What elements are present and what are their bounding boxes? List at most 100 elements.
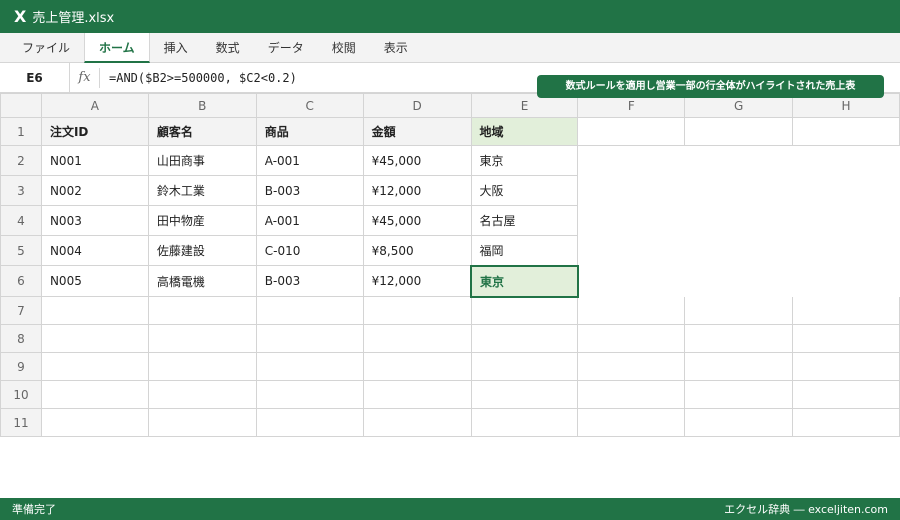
cell[interactable] bbox=[362, 324, 472, 353]
cell[interactable]: N002 bbox=[40, 175, 149, 206]
cell[interactable]: N001 bbox=[40, 145, 149, 176]
row-header-6[interactable]: 6 bbox=[0, 265, 42, 297]
header-cell-region[interactable]: 地域 bbox=[470, 117, 579, 146]
cell[interactable]: 田中物産 bbox=[147, 205, 257, 236]
cell[interactable] bbox=[684, 352, 794, 381]
row-header-2[interactable]: 2 bbox=[0, 145, 42, 176]
cell[interactable]: N004 bbox=[40, 235, 149, 266]
column-header-c[interactable]: C bbox=[255, 93, 364, 118]
cell[interactable]: 名古屋 bbox=[470, 205, 579, 236]
tab-home[interactable]: ホーム bbox=[84, 33, 150, 63]
cell[interactable] bbox=[792, 380, 900, 409]
cell[interactable] bbox=[40, 408, 149, 437]
column-header-b[interactable]: B bbox=[147, 93, 257, 118]
cell[interactable] bbox=[147, 380, 257, 409]
cell[interactable] bbox=[362, 296, 472, 325]
cell[interactable]: 高橋電機 bbox=[147, 265, 257, 297]
row-header-4[interactable]: 4 bbox=[0, 205, 42, 236]
cell[interactable] bbox=[577, 175, 686, 206]
cell[interactable]: 佐藤建設 bbox=[147, 235, 257, 266]
cell[interactable] bbox=[255, 296, 364, 325]
cell[interactable]: ¥8,500 bbox=[362, 235, 472, 266]
cell[interactable] bbox=[362, 380, 472, 409]
cell[interactable] bbox=[792, 324, 900, 353]
cell[interactable] bbox=[255, 408, 364, 437]
cell[interactable] bbox=[684, 296, 794, 325]
cell[interactable]: N003 bbox=[40, 205, 149, 236]
cell[interactable] bbox=[147, 324, 257, 353]
cell[interactable] bbox=[362, 408, 472, 437]
formula-input[interactable]: =AND($B2>=500000, $C2<0.2) bbox=[109, 71, 297, 85]
row-header-10[interactable]: 10 bbox=[0, 380, 42, 409]
tab-view[interactable]: 表示 bbox=[370, 33, 422, 63]
cell[interactable] bbox=[577, 324, 686, 353]
tab-data[interactable]: データ bbox=[254, 33, 318, 63]
cell[interactable]: 鈴木工業 bbox=[147, 175, 257, 206]
cell[interactable] bbox=[147, 352, 257, 381]
cell[interactable] bbox=[684, 205, 794, 236]
column-header-a[interactable]: A bbox=[40, 93, 149, 118]
cell[interactable] bbox=[577, 265, 686, 297]
cell[interactable] bbox=[577, 117, 686, 146]
row-header-7[interactable]: 7 bbox=[0, 296, 42, 325]
cell[interactable]: B-003 bbox=[255, 265, 364, 297]
cell[interactable]: 東京 bbox=[470, 145, 579, 176]
cell[interactable] bbox=[577, 380, 686, 409]
cell[interactable]: 山田商事 bbox=[147, 145, 257, 176]
cell[interactable] bbox=[40, 324, 149, 353]
select-all-corner[interactable] bbox=[0, 93, 42, 118]
cell[interactable] bbox=[684, 175, 794, 206]
cell[interactable] bbox=[362, 352, 472, 381]
cell[interactable] bbox=[470, 296, 579, 325]
cell[interactable] bbox=[577, 296, 686, 325]
cell[interactable]: ¥45,000 bbox=[362, 145, 472, 176]
cell[interactable] bbox=[792, 265, 900, 297]
cell[interactable]: A-001 bbox=[255, 205, 364, 236]
cell[interactable] bbox=[40, 352, 149, 381]
cell[interactable]: ¥12,000 bbox=[362, 265, 472, 297]
cell[interactable] bbox=[684, 235, 794, 266]
row-header-9[interactable]: 9 bbox=[0, 352, 42, 381]
tab-formulas[interactable]: 数式 bbox=[202, 33, 254, 63]
cell[interactable]: A-001 bbox=[255, 145, 364, 176]
cell[interactable] bbox=[40, 296, 149, 325]
cell[interactable] bbox=[470, 324, 579, 353]
cell[interactable] bbox=[577, 408, 686, 437]
cell[interactable] bbox=[470, 352, 579, 381]
cell[interactable] bbox=[792, 408, 900, 437]
cell[interactable] bbox=[684, 265, 794, 297]
cell[interactable] bbox=[147, 296, 257, 325]
cell[interactable] bbox=[792, 296, 900, 325]
column-header-d[interactable]: D bbox=[362, 93, 472, 118]
function-icon[interactable]: fx bbox=[70, 67, 100, 88]
cell[interactable] bbox=[255, 380, 364, 409]
selected-cell[interactable]: 東京 bbox=[470, 264, 579, 298]
cell[interactable] bbox=[40, 380, 149, 409]
cell[interactable]: ¥12,000 bbox=[362, 175, 472, 206]
header-cell-customer[interactable]: 顧客名 bbox=[147, 117, 257, 146]
cell[interactable] bbox=[577, 205, 686, 236]
tab-file[interactable]: ファイル bbox=[8, 33, 84, 63]
header-cell-order-id[interactable]: 注文ID bbox=[40, 117, 149, 146]
cell[interactable]: B-003 bbox=[255, 175, 364, 206]
name-box[interactable]: E6 bbox=[0, 62, 70, 93]
cell[interactable] bbox=[147, 408, 257, 437]
cell[interactable] bbox=[684, 145, 794, 176]
row-header-1[interactable]: 1 bbox=[0, 117, 42, 146]
cell[interactable] bbox=[792, 117, 900, 146]
cell[interactable]: N005 bbox=[40, 265, 149, 297]
cell[interactable] bbox=[255, 352, 364, 381]
row-header-5[interactable]: 5 bbox=[0, 235, 42, 266]
tab-review[interactable]: 校閲 bbox=[318, 33, 370, 63]
header-cell-amount[interactable]: 金額 bbox=[362, 117, 472, 146]
cell[interactable] bbox=[792, 352, 900, 381]
cell[interactable] bbox=[792, 145, 900, 176]
cell[interactable] bbox=[684, 408, 794, 437]
cell[interactable] bbox=[577, 352, 686, 381]
cell[interactable] bbox=[792, 175, 900, 206]
cell[interactable] bbox=[255, 324, 364, 353]
cell[interactable] bbox=[470, 408, 579, 437]
cell[interactable] bbox=[577, 235, 686, 266]
cell[interactable]: ¥45,000 bbox=[362, 205, 472, 236]
tab-insert[interactable]: 挿入 bbox=[150, 33, 202, 63]
